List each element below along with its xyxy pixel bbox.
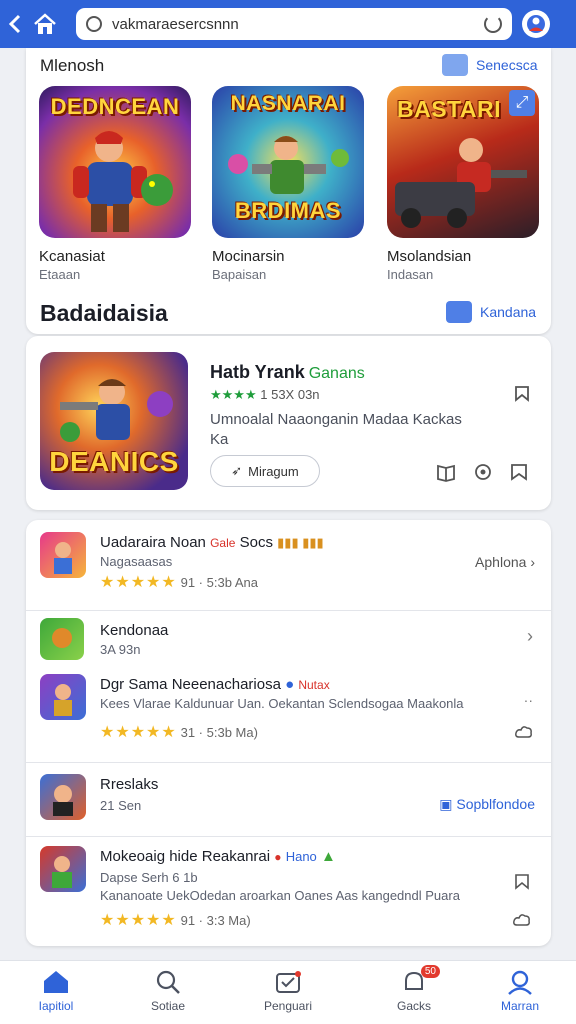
bookmark-icon[interactable] xyxy=(513,872,531,890)
hero-illustration xyxy=(73,131,173,232)
list-item[interactable]: Rreslaks 21 Sen ▣ Sopblfondoe xyxy=(26,770,551,830)
info-icon: ● xyxy=(285,676,295,693)
gear-icon[interactable] xyxy=(473,462,493,482)
hero-illustration xyxy=(395,138,527,228)
section-link[interactable]: Kandana xyxy=(446,301,536,323)
nav-item-updates[interactable]: Penguari xyxy=(240,969,336,1013)
game-subtitle: Etaaan xyxy=(39,267,81,282)
bookmark-icon[interactable] xyxy=(513,384,531,402)
mail-check-icon xyxy=(274,969,302,995)
app-icon xyxy=(40,674,86,720)
app-icon xyxy=(40,774,86,820)
action-link[interactable]: Aphlona › xyxy=(475,554,535,570)
app-icon xyxy=(40,532,86,578)
game-subtitle: Indasan xyxy=(387,267,434,282)
list-item[interactable]: Uadaraira Noan Gale Socs ▮▮▮ ▮▮▮ Nagasaa… xyxy=(26,530,551,608)
home-button[interactable] xyxy=(30,9,60,39)
home-icon xyxy=(34,13,56,34)
app-title: Rreslaks xyxy=(100,776,159,793)
app-icon xyxy=(40,846,86,892)
app-subtitle: 21 Sen xyxy=(100,798,142,813)
game-card[interactable]: NASNARAI BRDIMAS Mocinarsin Bapaisan xyxy=(212,86,364,282)
section-title: Mlenosh xyxy=(40,56,105,75)
more-icon[interactable]: ·· xyxy=(524,692,533,708)
game-title: Msolandsian xyxy=(387,248,472,265)
badge-icon: ● xyxy=(274,850,282,864)
app-list: Uadaraira Noan Gale Socs ▮▮▮ ▮▮▮ Nagasaa… xyxy=(26,520,551,946)
cloud-icon[interactable] xyxy=(513,912,531,928)
section-title: Badaidaisia xyxy=(40,300,168,326)
install-button[interactable]: ➶ Miragum xyxy=(210,455,320,487)
app-description: Umnoalal Naaonganin Madaa Kackas Ka xyxy=(210,411,462,448)
divider xyxy=(26,610,551,611)
folder-icon xyxy=(442,54,468,76)
person-icon xyxy=(506,969,534,995)
app-description: Kees Vlarae Kaldunuar Uan. Oekantan Scle… xyxy=(100,696,464,711)
game-thumbnail: NASNARAI BRDIMAS xyxy=(212,86,364,238)
bottom-navigation: Iapitiol Sotiae Penguari 50 Gacks Marran xyxy=(0,960,576,1024)
home-icon xyxy=(42,969,70,995)
featured-app-card[interactable]: DEANICS Hatb Yrank Ganans ★★★★ 1 53X 03n … xyxy=(26,336,551,510)
game-title: Kcanasiat xyxy=(39,248,105,265)
app-title: Mokeoaig hide Reakanrai ● Hano ▲ xyxy=(100,848,336,865)
app-title: Dgr Sama Neeenachariosa ● Nutax xyxy=(100,676,330,693)
arrow-icon: ➶ xyxy=(231,463,243,478)
search-input[interactable] xyxy=(112,15,482,33)
search-icon xyxy=(154,969,182,995)
app-title: Kendonaa xyxy=(100,622,169,639)
app-thumbnail: DEANICS xyxy=(40,352,188,490)
app-description: Kananoate UekOdedan aroarkan Oanes Aas k… xyxy=(100,888,460,903)
app-icon xyxy=(40,618,84,660)
nav-item-home[interactable]: Iapitiol xyxy=(8,969,104,1013)
cloud-icon[interactable] xyxy=(515,724,533,740)
list-item[interactable]: Kendonaa 3A 93n › xyxy=(26,616,551,666)
app-rating: ★★★★★ 91 · 3:3 Ma) xyxy=(100,912,251,929)
chevron-right-icon[interactable]: › xyxy=(527,626,533,647)
app-subtitle: Dapse Serh 6 1b xyxy=(100,870,198,885)
avatar-icon xyxy=(527,15,545,33)
briefcase-icon: ▣ xyxy=(439,796,453,812)
game-title: Mocinarsin xyxy=(212,248,285,265)
link-icon xyxy=(446,301,472,323)
nav-item-games[interactable]: 50 Gacks xyxy=(366,965,462,1013)
search-icon xyxy=(86,16,102,32)
game-thumbnail: BASTARI ⤢ xyxy=(387,86,539,238)
chevron-left-icon xyxy=(8,14,21,34)
search-bar[interactable] xyxy=(76,8,512,40)
list-item[interactable]: Dgr Sama Neeenachariosa ● Nutax Kees Vla… xyxy=(26,672,551,756)
list-item[interactable]: Mokeoaig hide Reakanrai ● Hano ▲ Dapse S… xyxy=(26,844,551,944)
app-rating: ★★★★★ 91 · 5:3b Ana xyxy=(100,574,258,591)
app-title: Uadaraira Noan Gale Socs ▮▮▮ ▮▮▮ xyxy=(100,534,324,551)
back-button[interactable] xyxy=(0,0,30,48)
nav-item-search[interactable]: Sotiae xyxy=(120,969,216,1013)
app-rating: ★★★★★ 31 · 5:3b Ma) xyxy=(100,724,258,741)
book-icon[interactable] xyxy=(436,462,456,482)
nav-item-account[interactable]: Marran xyxy=(472,969,568,1013)
action-link[interactable]: ▣ Sopblfondoe xyxy=(439,796,535,813)
reload-icon[interactable] xyxy=(484,15,502,33)
house-icon: ▲ xyxy=(320,848,336,865)
app-subtitle: Nagasaasas xyxy=(100,554,173,569)
app-title: Hatb Yrank Ganans xyxy=(210,362,365,382)
game-card[interactable]: BASTARI ⤢ Msolandsian Indasan xyxy=(387,86,539,282)
featured-section: Mlenosh Senecsca DEDNCEAN Kcanasiat Etaa… xyxy=(26,48,551,334)
bookmark-icon[interactable] xyxy=(509,462,529,482)
app-subtitle: 3A 93n xyxy=(100,642,141,657)
bell-icon: 50 xyxy=(400,965,440,995)
profile-avatar[interactable] xyxy=(522,10,550,38)
divider xyxy=(26,762,551,763)
game-thumbnail: DEDNCEAN xyxy=(39,86,191,238)
divider xyxy=(26,836,551,837)
app-rating: ★★★★ 1 53X 03n xyxy=(210,387,320,402)
game-card[interactable]: DEDNCEAN Kcanasiat Etaaan xyxy=(39,86,191,282)
see-all-link[interactable]: Senecsca xyxy=(442,54,537,76)
top-app-bar xyxy=(0,0,576,48)
emoji-badges-icon: ▮▮▮ ▮▮▮ xyxy=(277,535,324,550)
game-subtitle: Bapaisan xyxy=(212,267,267,282)
